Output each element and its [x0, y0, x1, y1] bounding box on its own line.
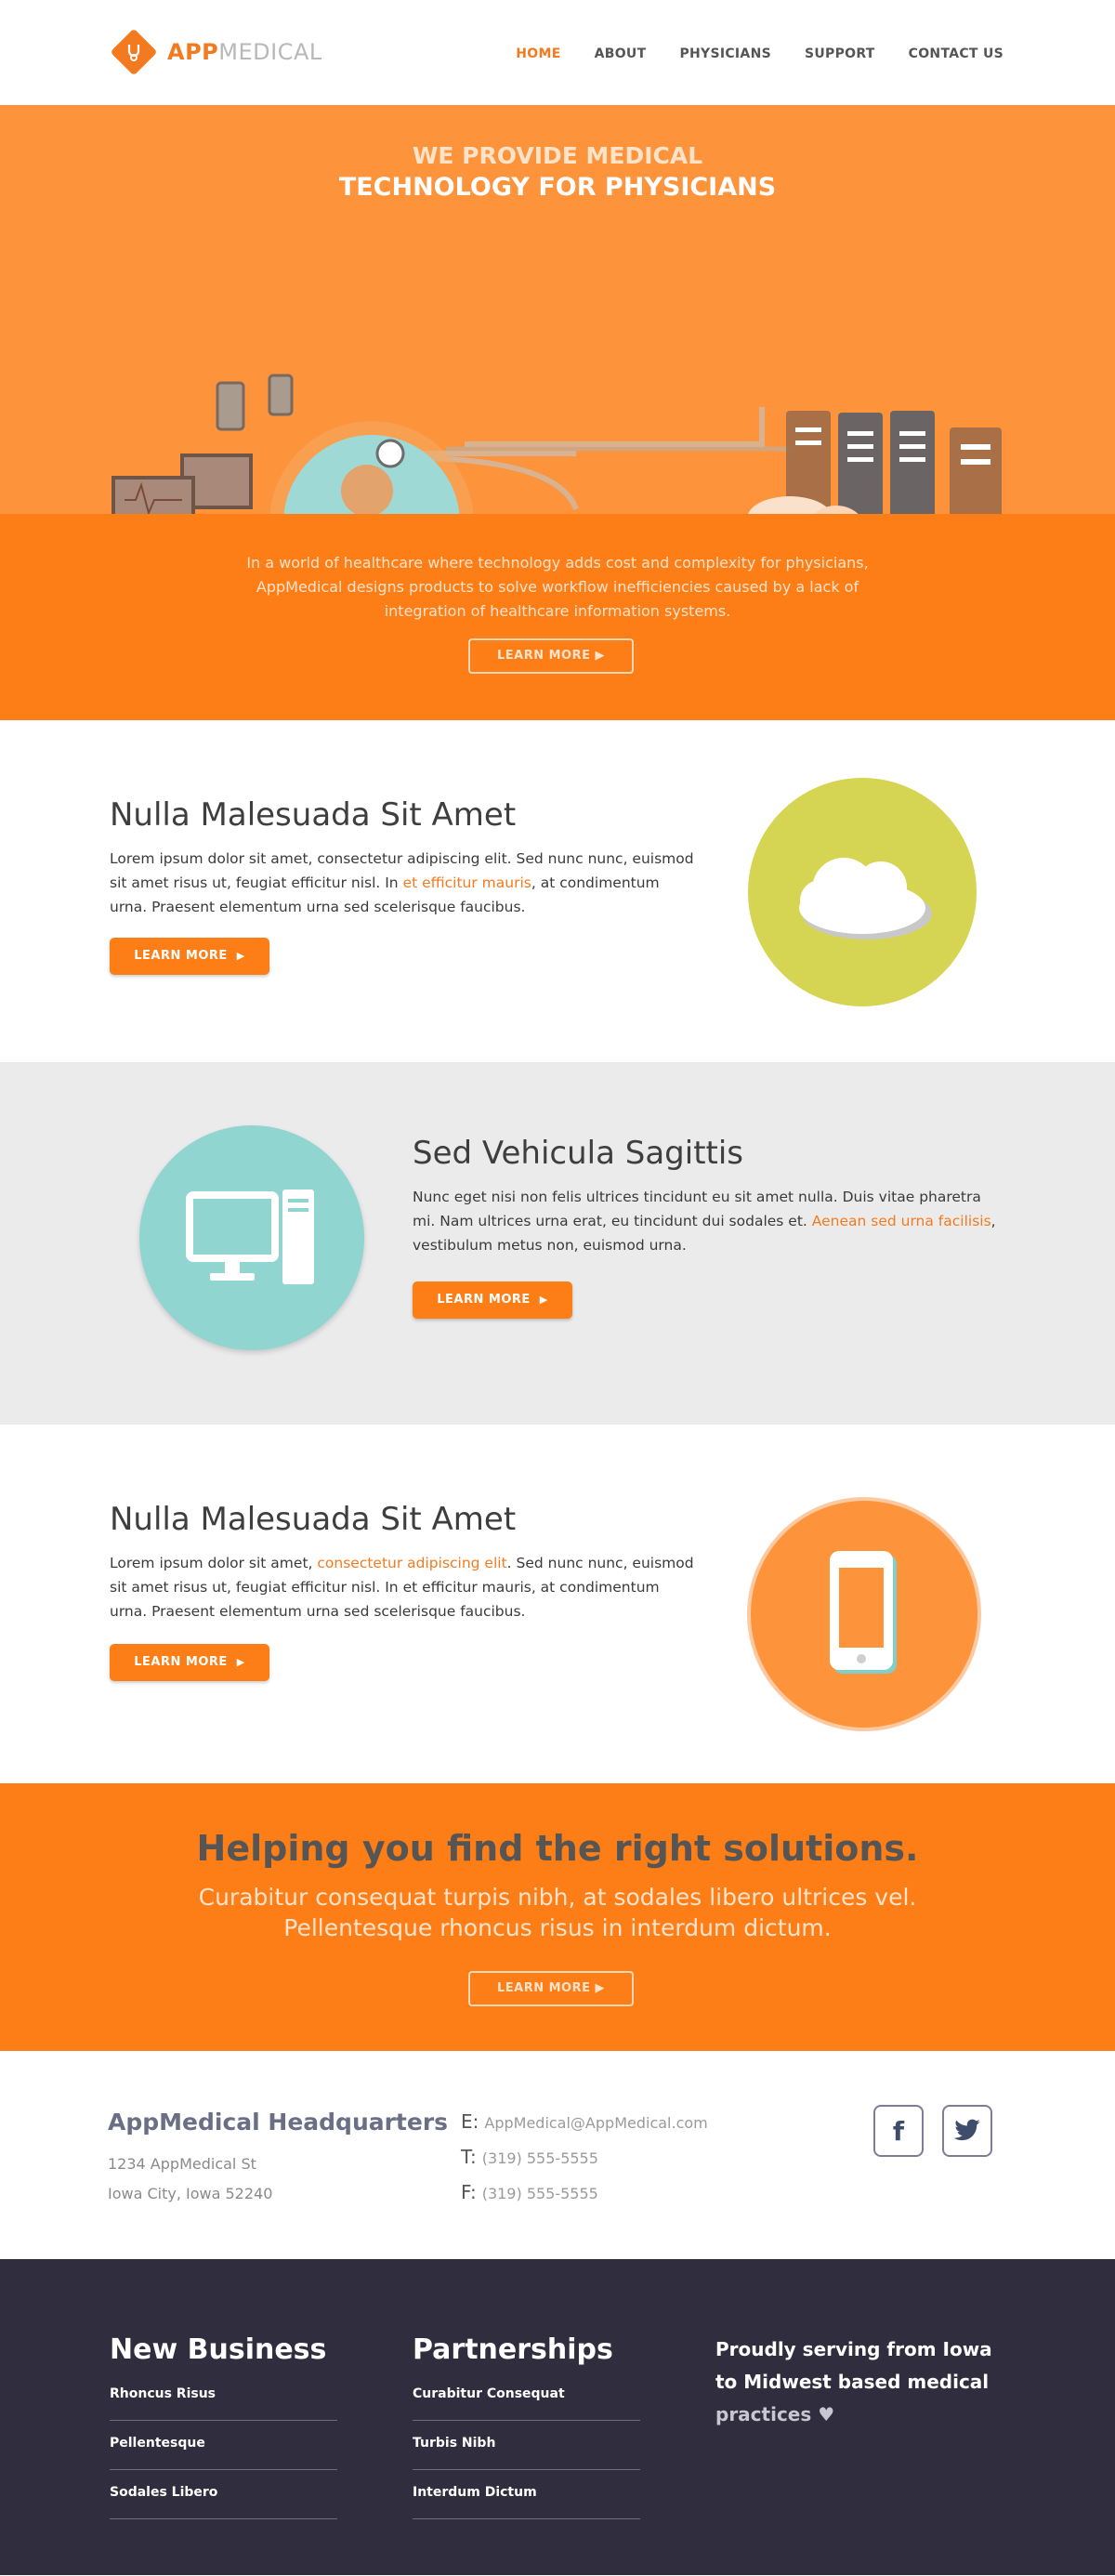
hero-learn-more-button[interactable]: LEARN MORE ▶ [468, 638, 634, 674]
footer-col-new-business: New Business Rhoncus Risus Pellentesque … [110, 2333, 337, 2519]
hero-section: WE PROVIDE MEDICAL TECHNOLOGY FOR PHYSIC… [0, 105, 1115, 720]
desktop-computer-icon [186, 1189, 314, 1284]
feature-2-learn-more-button[interactable]: LEARN MORE ▶ [413, 1281, 572, 1319]
nav-support[interactable]: SUPPORT [805, 46, 875, 61]
logo-wordmark: APPMEDICAL [167, 39, 322, 65]
nav-about[interactable]: ABOUT [595, 46, 647, 61]
feature-3-link[interactable]: consectetur adipiscing elit [317, 1555, 506, 1571]
contact-email[interactable]: AppMedical@AppMedical.com [484, 2114, 707, 2132]
cta-learn-more-button[interactable]: LEARN MORE ▶ [468, 1971, 634, 2006]
smartphone-icon [830, 1551, 897, 1674]
contact-fax: (319) 555-5555 [481, 2185, 598, 2202]
footer-link[interactable]: Turbis Nibh [413, 2421, 640, 2470]
feature-2-title: Sed Vehicula Sagittis [413, 1135, 744, 1172]
footer-link[interactable]: Sodales Libero [110, 2470, 337, 2519]
footer-col-partnerships: Partnerships Curabitur Consequat Turbis … [413, 2333, 640, 2519]
feature-2-circle [139, 1125, 364, 1350]
footer-link[interactable]: Curabitur Consequat [413, 2379, 640, 2421]
feature-section-3: Nulla Malesuada Sit Amet Lorem ipsum dol… [0, 1425, 1115, 1783]
feature-2-text: Nunc eget nisi non felis ultrices tincid… [413, 1189, 996, 1254]
hq-address: 1234 AppMedical St Iowa City, Iowa 52240 [108, 2149, 272, 2209]
main-nav: HOME ABOUT PHYSICIANS SUPPORT CONTACT US [516, 46, 1004, 61]
feature-3-text: Lorem ipsum dolor sit amet, consectetur … [110, 1555, 694, 1620]
footer-link[interactable]: Pellentesque [110, 2421, 337, 2470]
logo[interactable]: APPMEDICAL [110, 28, 322, 76]
cta-subtitle: Curabitur consequat turpis nibh, at soda… [198, 1884, 917, 1941]
feature-2-link[interactable]: Aenean sed urna facilisis [812, 1213, 991, 1229]
hero-intro-text: In a world of healthcare where technolog… [246, 554, 869, 620]
hero-intro-band: In a world of healthcare where technolog… [0, 514, 1115, 720]
feature-1-text: Lorem ipsum dolor sit amet, consectetur … [110, 850, 694, 915]
feature-3-title: Nulla Malesuada Sit Amet [110, 1501, 517, 1538]
hq-title: AppMedical Headquarters [108, 2109, 449, 2136]
cta-section: Helping you find the right solutions. Cu… [0, 1783, 1115, 2051]
logo-stethoscope-icon [110, 28, 158, 76]
contact-section: AppMedical Headquarters 1234 AppMedical … [0, 2051, 1115, 2259]
site-footer: New Business Rhoncus Risus Pellentesque … [0, 2259, 1115, 2575]
nav-home[interactable]: HOME [516, 46, 560, 61]
contact-details: E: AppMedical@AppMedical.com T: (319) 555-… [461, 2110, 708, 2203]
site-header: APPMEDICAL HOME ABOUT PHYSICIANS SUPPORT… [0, 0, 1115, 105]
twitter-icon[interactable] [942, 2105, 992, 2157]
feature-1-title: Nulla Malesuada Sit Amet [110, 796, 517, 834]
footer-serving-text: Proudly serving from Iowa to Midwest bas… [715, 2338, 992, 2425]
contact-phone[interactable]: (319) 555-5555 [482, 2149, 598, 2167]
feature-3-circle [751, 1501, 977, 1728]
nav-physicians[interactable]: PHYSICIANS [679, 46, 771, 61]
feature-3-learn-more-button[interactable]: LEARN MORE ▶ [110, 1644, 269, 1681]
address-city: Iowa City, Iowa 52240 [108, 2185, 273, 2202]
footer-link[interactable]: Rhoncus Risus [110, 2379, 337, 2421]
footer-col-2-title: Partnerships [413, 2333, 613, 2366]
facebook-icon[interactable]: f [873, 2105, 924, 2157]
feature-1-learn-more-button[interactable]: LEARN MORE ▶ [110, 938, 269, 975]
hero-title: WE PROVIDE MEDICAL TECHNOLOGY FOR PHYSIC… [338, 142, 777, 202]
feature-1-circle [748, 778, 977, 1006]
cta-title: Helping you find the right solutions. [196, 1828, 919, 1869]
feature-section-1: Nulla Malesuada Sit Amet Lorem ipsum dol… [0, 720, 1115, 1062]
footer-link[interactable]: Interdum Dictum [413, 2470, 640, 2519]
footer-col-1-title: New Business [110, 2333, 327, 2366]
nav-contact-us[interactable]: CONTACT US [909, 46, 1004, 61]
address-street: 1234 AppMedical St [108, 2155, 256, 2173]
cloud-icon [799, 858, 932, 940]
feature-1-link[interactable]: et efficitur mauris [403, 874, 531, 891]
feature-section-2: Sed Vehicula Sagittis Nunc eget nisi non… [0, 1062, 1115, 1425]
